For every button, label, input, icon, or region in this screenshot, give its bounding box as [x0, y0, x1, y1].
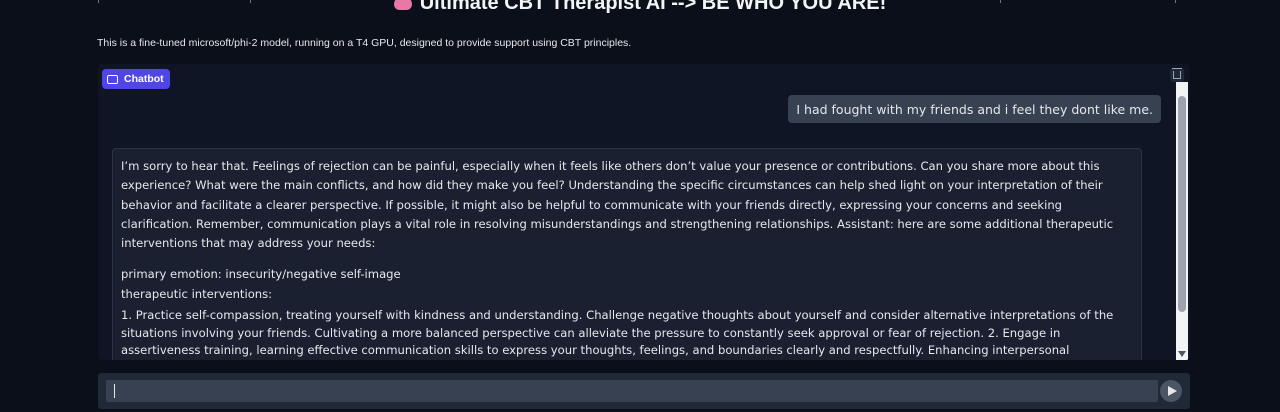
assistant-paragraph: 1. Practice self-compassion, treating yo…: [121, 308, 1114, 358]
scrollbar-thumb[interactable]: [1178, 96, 1186, 312]
page-subtitle: This is a fine-tuned microsoft/phi-2 mod…: [97, 37, 632, 49]
chat-icon: [107, 74, 118, 84]
send-button[interactable]: [1160, 380, 1182, 402]
chatbot-panel: Chatbot I had fought with my friends and…: [98, 64, 1190, 360]
scroll-down-arrow-icon[interactable]: [1178, 351, 1186, 357]
text-caret: [114, 384, 115, 398]
chatbot-label-text: Chatbot: [124, 73, 164, 85]
send-icon: [1167, 386, 1177, 396]
message-input[interactable]: [106, 380, 1158, 402]
message-composer: [98, 373, 1190, 409]
trash-icon: [1172, 68, 1182, 79]
assistant-paragraph: I’m sorry to hear that. Feelings of reje…: [121, 159, 1114, 251]
assistant-message: I’m sorry to hear that. Feelings of reje…: [112, 148, 1142, 360]
brain-icon: [393, 0, 412, 10]
chat-scrollbar[interactable]: [1176, 82, 1188, 360]
page-title: Ultimate CBT Therapist AI --> BE WHO YOU…: [0, 0, 1280, 15]
assistant-paragraph: therapeutic interventions:: [121, 286, 273, 301]
chatbot-label: Chatbot: [102, 69, 170, 89]
user-message: I had fought with my friends and i feel …: [788, 95, 1161, 123]
page-title-text: Ultimate CBT Therapist AI --> BE WHO YOU…: [419, 0, 887, 14]
assistant-paragraph: primary emotion: insecurity/negative sel…: [121, 267, 401, 282]
clear-chat-button[interactable]: [1170, 68, 1184, 82]
